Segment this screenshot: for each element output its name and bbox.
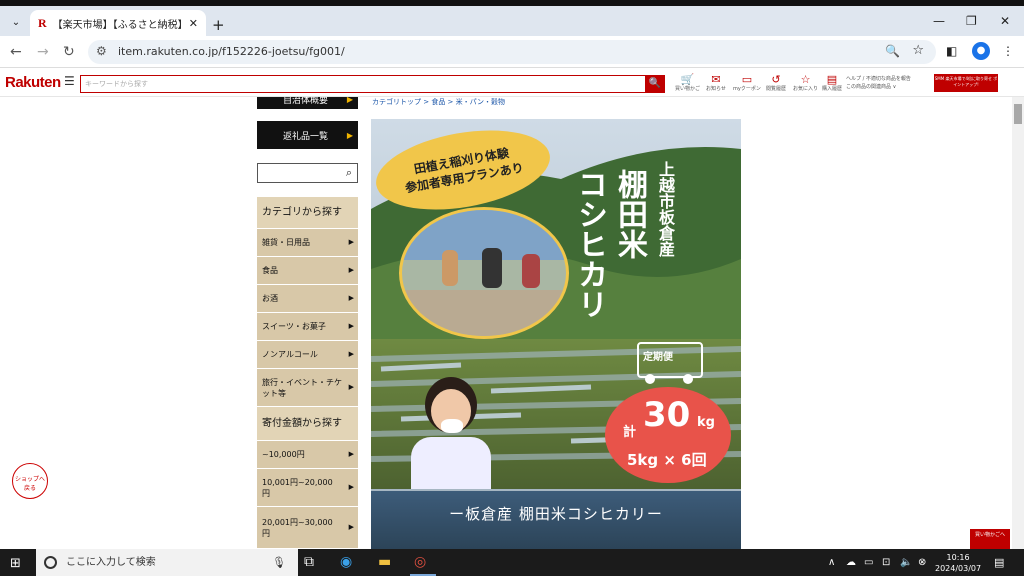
scrollbar-thumb[interactable] xyxy=(1014,104,1022,124)
search-icon[interactable]: ⌕ xyxy=(346,166,352,180)
coupon-icon: ▭ xyxy=(741,73,753,86)
header-favorite[interactable]: ☆ お気に入り xyxy=(793,73,818,92)
tab-search-icon[interactable]: ⌄ xyxy=(6,14,26,32)
tray-expand-icon[interactable]: ∧ xyxy=(828,557,835,568)
breadcrumb[interactable]: カテゴリトップ > 食品 > 米・パン・穀物 xyxy=(372,97,505,107)
file-explorer-icon[interactable]: ▬ xyxy=(378,554,391,570)
arrow-icon: ▶ xyxy=(348,294,354,302)
arrow-icon: ▶ xyxy=(348,383,354,391)
bookmark-star-icon[interactable]: ☆ xyxy=(912,43,924,58)
category-item[interactable]: スイーツ・お菓子 ▶ xyxy=(257,313,358,341)
arrow-icon: ▶ xyxy=(348,322,354,330)
taskbar-search-box[interactable]: ここに入力して検索 🎙 xyxy=(36,549,298,576)
favorite-star-icon: ☆ xyxy=(800,73,811,86)
purchase-history-icon: ▤ xyxy=(826,73,838,86)
network-icon[interactable]: ⊡ xyxy=(882,557,890,568)
notification-icon[interactable]: ▤ xyxy=(994,556,1004,569)
tab-rakuten[interactable]: R 【楽天市場】【ふるさと納税】【先行 ✕ xyxy=(30,10,206,36)
cortana-circle-icon xyxy=(44,556,57,569)
arrow-icon: ▶ xyxy=(348,483,354,491)
amount-item[interactable]: ~10,000円 ▶ xyxy=(257,441,358,469)
return-list-button[interactable]: 返礼品一覧 ▶ xyxy=(257,121,358,149)
origin-label: 上越市板倉産 xyxy=(656,161,675,257)
reload-icon[interactable]: ↻ xyxy=(63,44,75,60)
floating-cart-button[interactable]: 買い物かごへ xyxy=(970,529,1010,549)
zoom-icon[interactable]: 🔍 xyxy=(885,44,900,58)
volume-icon[interactable]: 🔈 xyxy=(900,557,912,568)
hamburger-menu-icon[interactable]: ☰ xyxy=(64,74,75,88)
rakuten-favicon-icon: R xyxy=(38,15,47,30)
header-notice[interactable]: ✉ お知らせ xyxy=(706,73,726,92)
back-icon[interactable]: ← xyxy=(10,44,22,60)
category-item[interactable]: 雑貨・日用品 ▶ xyxy=(257,229,358,257)
message-icon: ✉ xyxy=(711,73,721,86)
truck-icon: 定期便 xyxy=(637,342,703,384)
category-item[interactable]: お酒 ▶ xyxy=(257,285,358,313)
back-to-shop-button[interactable]: ショップへ 戻る xyxy=(12,463,48,499)
new-tab-icon[interactable]: + xyxy=(212,16,225,34)
rice-name-1: 棚田米 xyxy=(612,169,647,259)
omnibox[interactable]: ⚙ item.rakuten.co.jp/f152226-joetsu/fg00… xyxy=(88,40,936,64)
total-weight-badge: 計 30 kg 5kg × 6回 xyxy=(605,387,731,483)
product-hero-image[interactable]: 田植え稲刈り体験 参加者専用プランあり 上越市板倉産 棚田米 コシヒカリ 定期便… xyxy=(371,119,741,549)
rice-name-2: コシヒカリ xyxy=(572,169,607,319)
category-item[interactable]: 食品 ▶ xyxy=(257,257,358,285)
header-history[interactable]: ↺ 閲覧履歴 xyxy=(766,73,786,92)
window-close-icon[interactable]: ✕ xyxy=(1000,14,1010,28)
product-caption: ー板倉産 棚田米コシヒカリー xyxy=(449,505,663,523)
arrow-icon: ▶ xyxy=(348,523,354,531)
page-content: 自治体概要 ▶ 返礼品一覧 ▶ ⌕ カテゴリから探す 雑貨・日用品 ▶ 食品 ▶ お酒 ▶… xyxy=(0,97,1012,549)
help-links[interactable]: ヘルプ / 不適切な商品を報告 この商品の関連商品 ∨ xyxy=(846,75,911,91)
arrow-icon: ▶ xyxy=(348,238,354,246)
url-text[interactable]: item.rakuten.co.jp/f152226-joetsu/fg001/ xyxy=(118,45,345,58)
restore-icon[interactable]: ❐ xyxy=(966,14,977,28)
edge-browser-icon[interactable]: ◉ xyxy=(340,554,352,570)
municipality-overview-button[interactable]: 自治体概要 ▶ xyxy=(257,97,358,109)
side-panel-icon[interactable]: ◧ xyxy=(946,44,957,58)
arrow-icon: ▶ xyxy=(346,97,353,104)
amount-item[interactable]: 10,001円~20,000円 ▶ xyxy=(257,469,358,507)
windows-start-icon[interactable]: ⊞ xyxy=(10,556,21,571)
onedrive-icon[interactable]: ▭ xyxy=(864,557,873,568)
rakuten-header: Rakuten ☰ キーワードから探す 🔍 🛒 買い物かご ✉ お知らせ ▭ myクー… xyxy=(0,69,1024,97)
header-purchase-history[interactable]: ▤ 購入履歴 xyxy=(822,73,842,92)
taskbar-clock[interactable]: 10:16 2024/03/07 xyxy=(935,552,981,574)
header-cart[interactable]: 🛒 買い物かご xyxy=(675,73,700,92)
tab-close-icon[interactable]: ✕ xyxy=(189,17,198,30)
girl-eating-rice-photo xyxy=(401,377,501,489)
tab-strip: ⌄ R 【楽天市場】【ふるさと納税】【先行 ✕ + — ❐ ✕ xyxy=(0,6,1024,36)
cart-icon: 🛒 xyxy=(680,73,695,86)
amount-item[interactable]: 20,001円~30,000円 ▶ xyxy=(257,507,358,549)
category-item[interactable]: 旅行・イベント・チケット等 ▶ xyxy=(257,369,358,407)
arrow-icon: ▶ xyxy=(348,350,354,358)
header-coupon[interactable]: ▭ myクーポン xyxy=(733,73,761,92)
tab-title: 【楽天市場】【ふるさと納税】【先行 xyxy=(52,19,183,31)
address-bar-row: ← → ↻ ⚙ item.rakuten.co.jp/f152226-joets… xyxy=(0,36,1024,68)
windows-taskbar: ⊞ ここに入力して検索 🎙 ⧉ ◉ ▬ ◎ ∧ ☁ ▭ ⊡ 🔈 ⊗ 10:16 2… xyxy=(0,549,1024,576)
rakuten-search-input[interactable]: キーワードから探す xyxy=(80,75,646,93)
arrow-icon: ▶ xyxy=(348,450,354,458)
category-heading: カテゴリから探す xyxy=(257,197,358,229)
category-item[interactable]: ノンアルコール ▶ xyxy=(257,341,358,369)
minimize-icon[interactable]: — xyxy=(933,14,945,28)
task-view-icon[interactable]: ⧉ xyxy=(304,554,314,570)
arrow-icon: ▶ xyxy=(346,130,353,140)
forward-icon[interactable]: → xyxy=(37,44,49,60)
arrow-icon: ▶ xyxy=(348,266,354,274)
scrollbar-track[interactable] xyxy=(1012,97,1024,549)
rakuten-search-button[interactable]: 🔍 xyxy=(645,75,665,93)
planting-photo-circle xyxy=(399,207,569,339)
profile-avatar-icon[interactable]: ● xyxy=(972,42,990,60)
menu-dots-icon[interactable]: ⋮ xyxy=(1002,44,1014,58)
chrome-browser-icon[interactable]: ◎ xyxy=(414,554,426,570)
microphone-icon[interactable]: 🎙 xyxy=(272,549,286,576)
mute-icon[interactable]: ⊗ xyxy=(918,557,926,568)
point-up-banner[interactable]: SMM 楽天市場で4倍に取り寄せ ポイントアップ! xyxy=(934,74,998,92)
weather-icon[interactable]: ☁ xyxy=(846,557,856,568)
sidebar-search-input[interactable]: ⌕ xyxy=(257,163,358,183)
rakuten-logo[interactable]: Rakuten xyxy=(5,74,61,91)
site-info-icon[interactable]: ⚙ xyxy=(96,44,107,58)
amount-heading: 寄付金額から探す xyxy=(257,407,358,441)
history-icon: ↺ xyxy=(771,73,781,86)
